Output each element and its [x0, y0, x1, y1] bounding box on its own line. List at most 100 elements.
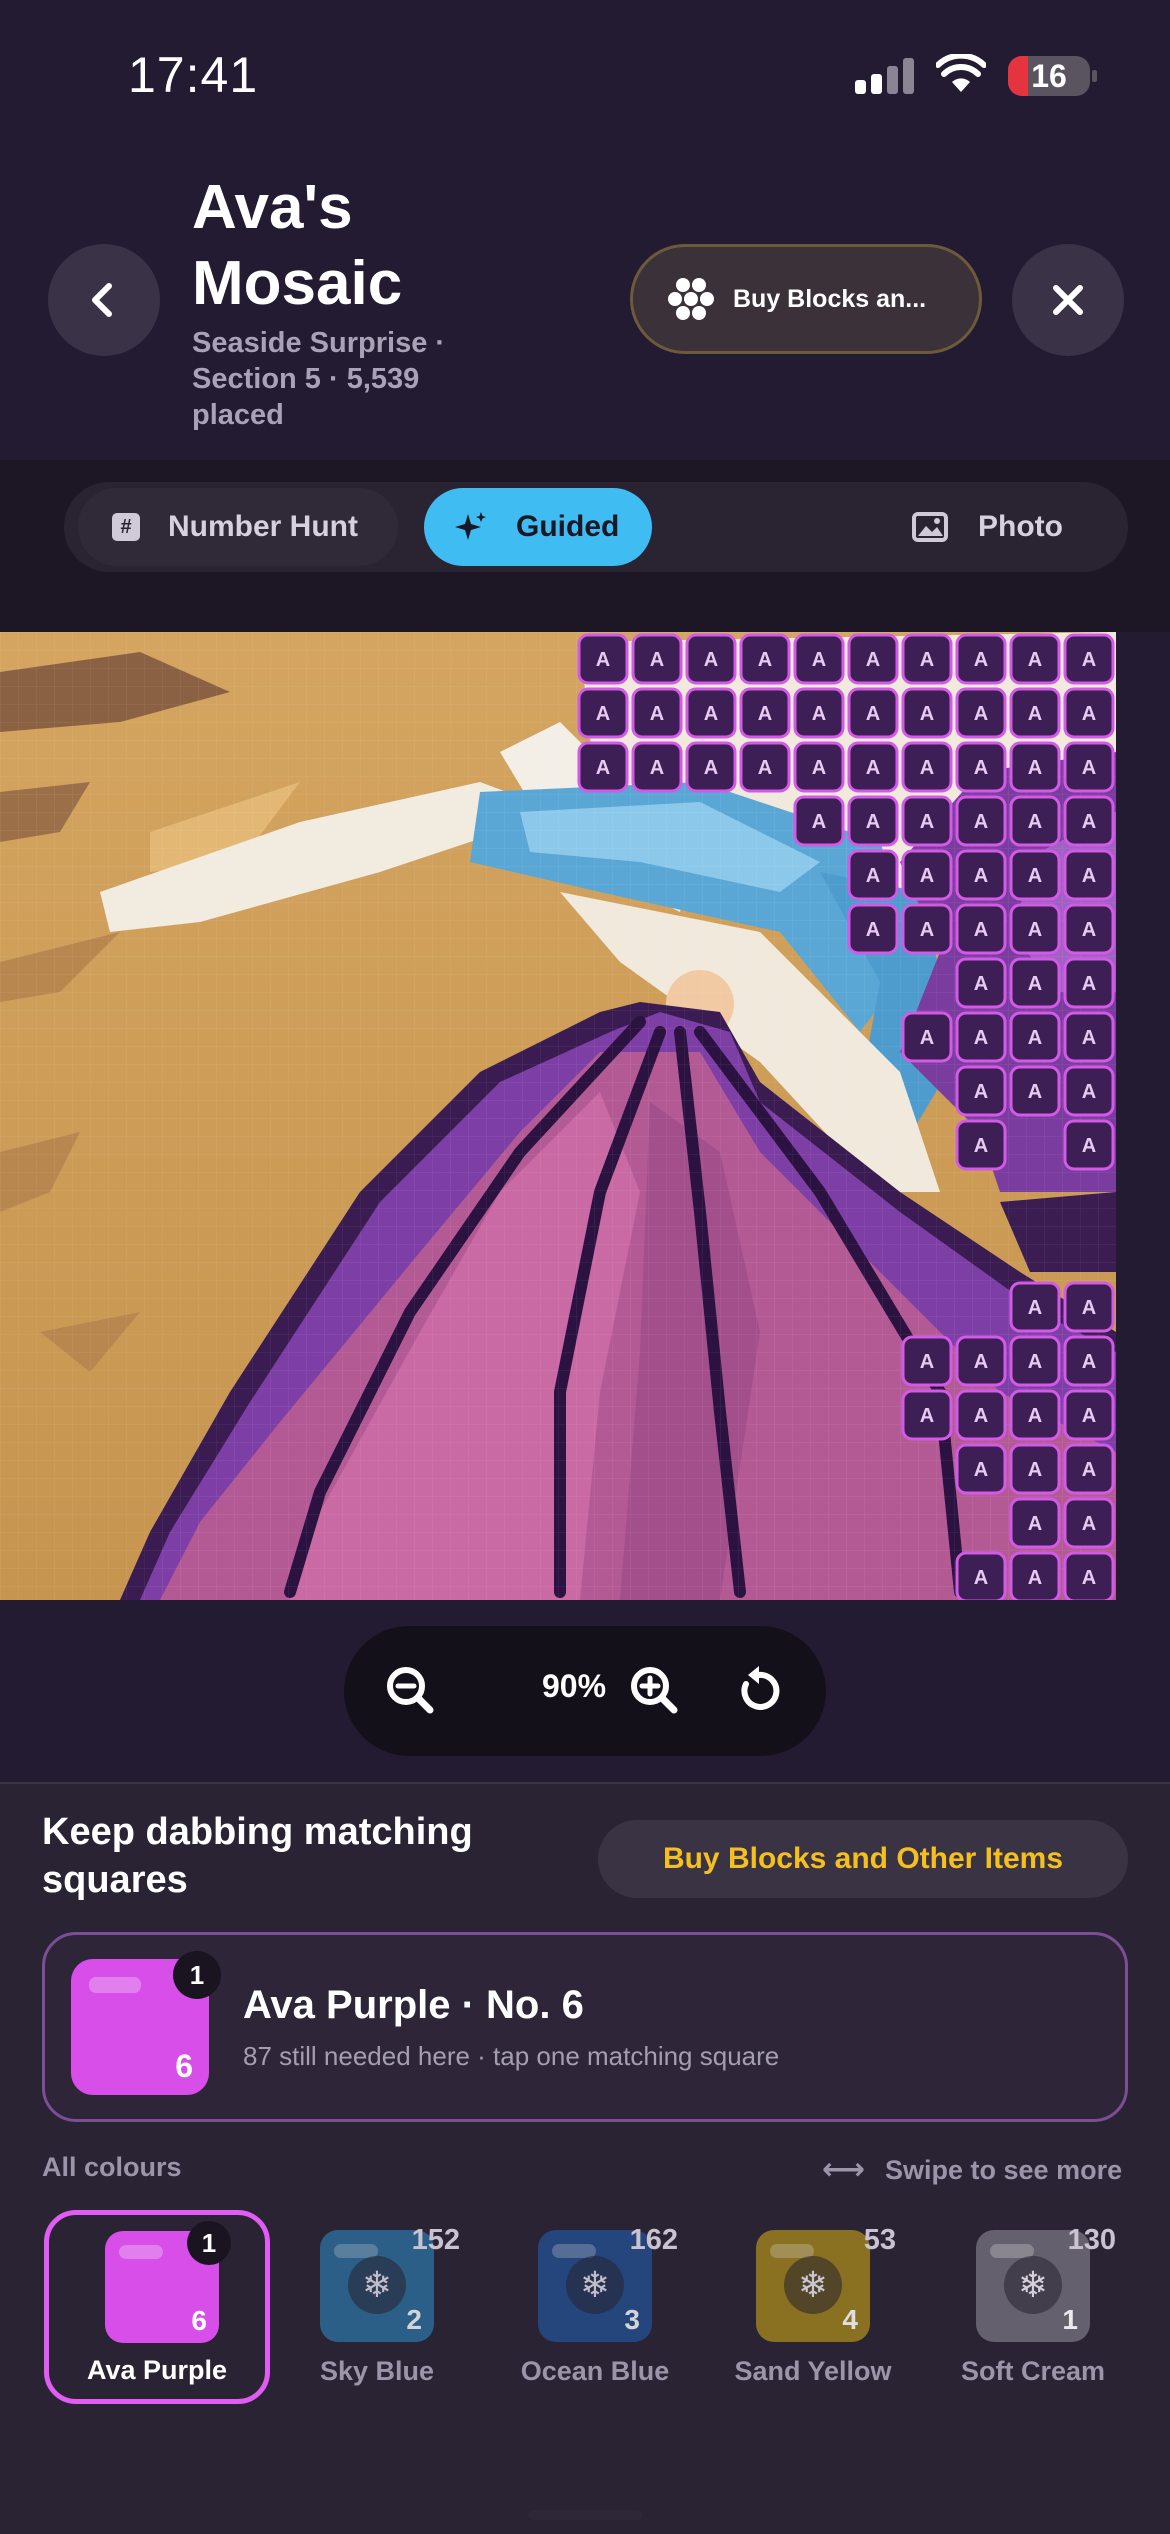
palette-index: 6 — [191, 2305, 207, 2336]
palette-swatch: ❄ 4 — [756, 2230, 870, 2342]
target-cell-label: A — [1082, 1513, 1096, 1535]
tab-photo[interactable]: Photo — [912, 488, 1112, 566]
swatch-gloss — [119, 2245, 163, 2259]
battery-icon: 16 — [1008, 56, 1090, 96]
target-cell-label: A — [1028, 703, 1042, 725]
target-cell-label: A — [974, 1027, 988, 1049]
palette-count: 130 — [1067, 2224, 1116, 2256]
target-cell-label: A — [920, 1027, 934, 1049]
target-cell-label: A — [1028, 973, 1042, 995]
palette-index: 4 — [842, 2304, 858, 2335]
palette-item-soft-cream[interactable]: ❄ 1 130 Soft Cream — [920, 2210, 1146, 2404]
target-cell-label: A — [1028, 1351, 1042, 1373]
palette-count: 152 — [411, 2224, 460, 2256]
snowflake-icon: ❄ — [566, 2256, 624, 2314]
target-cell-label: A — [1082, 1405, 1096, 1427]
target-cell-label: A — [1028, 1567, 1042, 1589]
palette-count: 53 — [863, 2224, 896, 2256]
target-cell-label: A — [1028, 649, 1042, 671]
target-cell-label: A — [974, 811, 988, 833]
tab-photo-label: Photo — [978, 510, 1063, 543]
target-cell-label: A — [974, 703, 988, 725]
current-color-name: Ava Purple · No. 6 — [243, 1983, 584, 2027]
target-cell-label: A — [1082, 703, 1096, 725]
target-cell-label: A — [974, 919, 988, 941]
buy-pill-label: Buy Blocks an... — [733, 284, 927, 313]
palette-item-sky-blue[interactable]: ❄ 2 152 Sky Blue — [264, 2210, 490, 2404]
page-title: Ava's Mosaic — [192, 173, 403, 318]
target-cell-label: A — [866, 649, 880, 671]
target-cell-label: A — [1082, 919, 1096, 941]
target-cell-label: A — [974, 1081, 988, 1103]
tab-number-hunt-label: Number Hunt — [168, 510, 358, 543]
tab-number-hunt[interactable]: # Number Hunt — [78, 488, 398, 566]
mosaic-canvas[interactable]: A A A A A A A A A A A A A A A A A A A A A A A A A A A A A A A A A A A A A A A A… — [0, 632, 1116, 1600]
target-cell-label: A — [1082, 1081, 1096, 1103]
target-cell-label: A — [596, 649, 610, 671]
target-cell-label: A — [650, 757, 664, 779]
target-cell-label: A — [758, 757, 772, 779]
palette-item-ava-purple[interactable]: 6 1 Ava Purple — [44, 2210, 270, 2404]
target-cell-label: A — [1082, 1027, 1096, 1049]
target-cell-label: A — [650, 649, 664, 671]
palette-badge: 1 — [187, 2221, 231, 2265]
current-color-card[interactable]: 6 1 Ava Purple · No. 6 87 still needed h… — [42, 1932, 1128, 2122]
status-time: 17:41 — [128, 47, 259, 103]
home-indicator — [528, 2510, 642, 2520]
target-cell-label: A — [974, 757, 988, 779]
target-cell-label: A — [1082, 1459, 1096, 1481]
target-cell-label: A — [704, 703, 718, 725]
palette-name: Ava Purple — [86, 2355, 228, 2385]
target-cell-label: A — [974, 1135, 988, 1157]
target-cell-label: A — [1082, 811, 1096, 833]
back-button[interactable] — [48, 244, 160, 356]
target-cell-label: A — [812, 703, 826, 725]
swipe-hint-label: Swipe to see more — [885, 2155, 1123, 2185]
target-cell-label: A — [1028, 1297, 1042, 1319]
target-cell-label: A — [974, 1567, 988, 1589]
palette-item-sand-yellow[interactable]: ❄ 4 53 Sand Yellow — [700, 2210, 926, 2404]
target-cell-label: A — [758, 649, 772, 671]
target-cell-label: A — [758, 703, 772, 725]
buy-blocks-button[interactable]: Buy Blocks and Other Items — [598, 1820, 1128, 1898]
target-cell-label: A — [920, 649, 934, 671]
close-icon — [1053, 285, 1083, 315]
current-color-badge: 1 — [173, 1951, 221, 1999]
reset-view-button[interactable] — [732, 1664, 786, 1723]
palette-index: 3 — [624, 2304, 640, 2335]
target-cell-label: A — [974, 865, 988, 887]
battery-tip — [1092, 70, 1097, 82]
target-cell-label: A — [866, 703, 880, 725]
target-cell-label: A — [1082, 1351, 1096, 1373]
target-cell-label: A — [1028, 919, 1042, 941]
target-cell-label: A — [1028, 757, 1042, 779]
snowflake-icon: ❄ — [784, 2256, 842, 2314]
photo-icon — [912, 512, 948, 542]
buy-blocks-pill-button[interactable]: Buy Blocks an... — [630, 244, 982, 354]
target-cell-label: A — [596, 703, 610, 725]
cellular-signal-icon — [855, 58, 915, 94]
target-cell-label: A — [920, 757, 934, 779]
all-colours-label: All colours — [42, 2152, 182, 2182]
snowflake-icon: ❄ — [1004, 2256, 1062, 2314]
snowflake-icon: ❄ — [348, 2256, 406, 2314]
target-cell-label: A — [920, 703, 934, 725]
target-cell-label: A — [920, 811, 934, 833]
target-cell-label: A — [1082, 973, 1096, 995]
zoom-in-button[interactable] — [628, 1664, 682, 1723]
target-cell-label: A — [596, 757, 610, 779]
target-cell-label: A — [974, 1351, 988, 1373]
target-cell-label: A — [812, 649, 826, 671]
tab-guided[interactable]: Guided — [424, 488, 652, 566]
palette-item-ocean-blue[interactable]: ❄ 3 162 Ocean Blue — [482, 2210, 708, 2404]
target-cell-label: A — [974, 649, 988, 671]
sparkle-icon — [455, 512, 486, 540]
target-cell-label: A — [866, 919, 880, 941]
zoom-out-button[interactable] — [384, 1664, 438, 1723]
chevron-left-icon — [92, 283, 112, 317]
wifi-icon — [935, 52, 987, 94]
target-cell-label: A — [704, 757, 718, 779]
palette-name: Ocean Blue — [520, 2356, 670, 2386]
close-button[interactable] — [1012, 244, 1124, 356]
target-cell-label: A — [920, 1405, 934, 1427]
